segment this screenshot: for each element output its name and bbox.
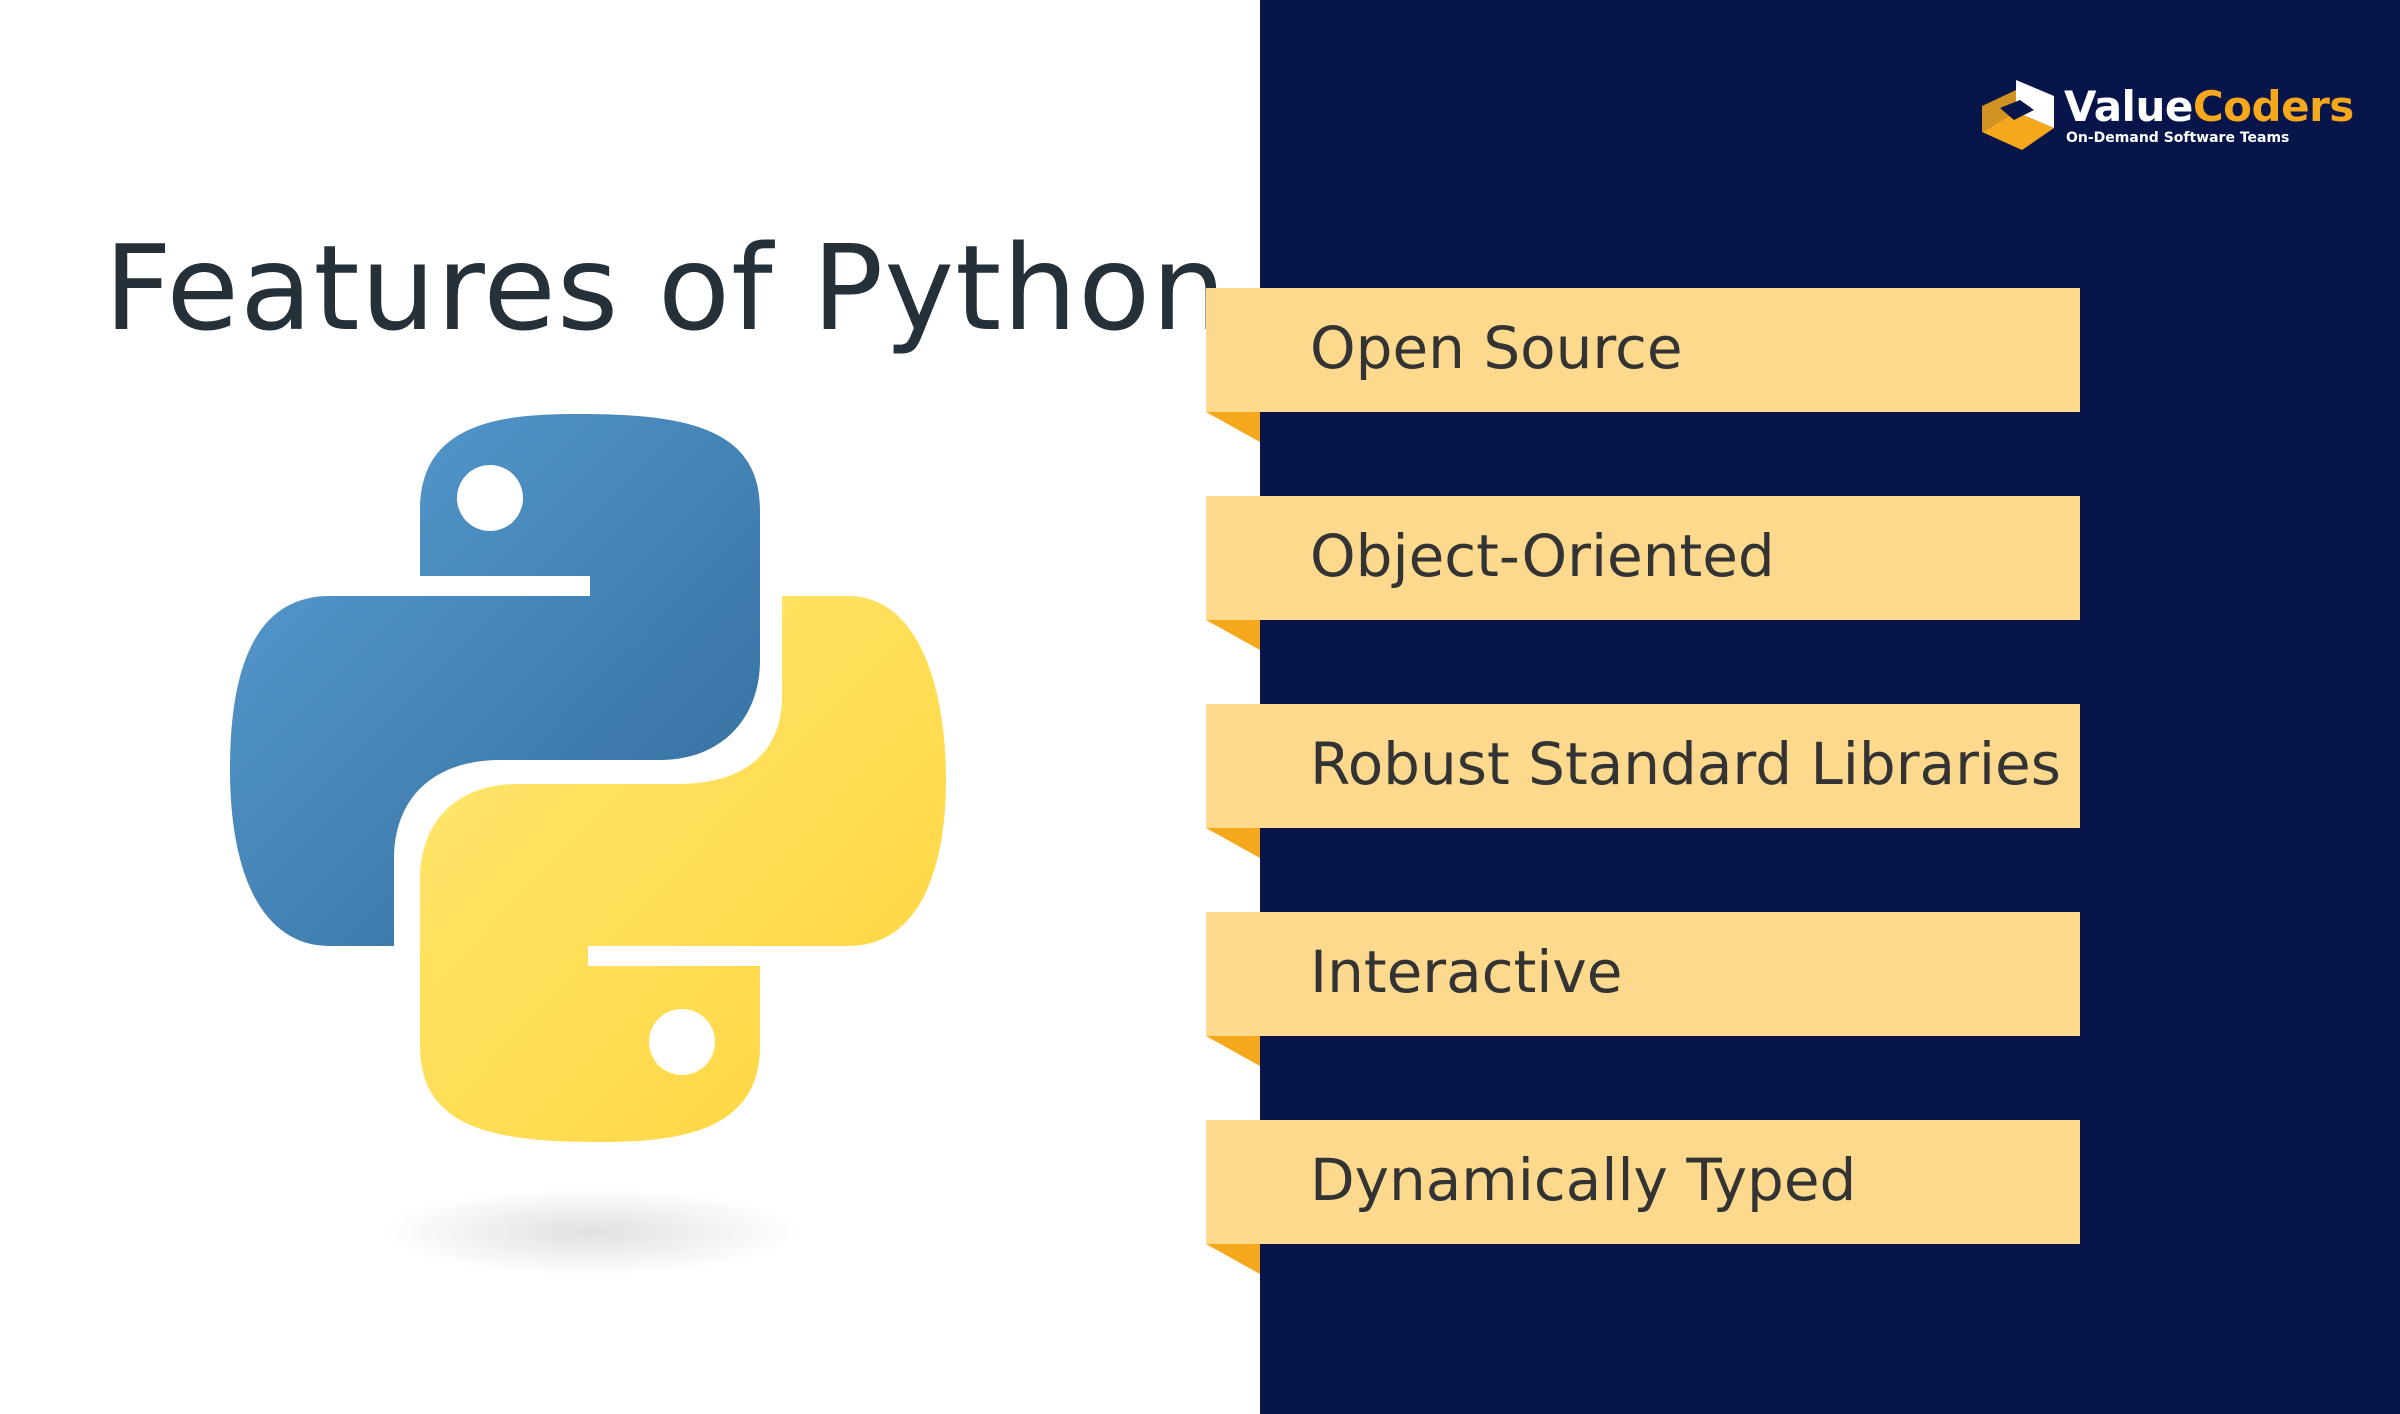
brand-name-value: Value [2064,82,2193,131]
page-title: Features of Python [104,219,1228,358]
feature-label: Dynamically Typed [1310,1146,1857,1214]
ribbon-fold [1206,620,1260,650]
feature-label: Open Source [1310,314,1683,382]
ribbon-fold [1206,1244,1260,1274]
feature-item: Interactive [1206,912,2082,1066]
brand-name: ValueCoders [2064,82,2354,131]
feature-label: Robust Standard Libraries [1310,730,2061,798]
feature-label: Interactive [1310,938,1623,1006]
feature-item: Open Source [1206,288,2082,442]
ribbon-fold [1206,1036,1260,1066]
valuecoders-cube-icon [1982,80,2054,150]
feature-label: Object-Oriented [1310,522,1775,590]
brand-tagline: On-Demand Software Teams [2066,130,2290,146]
python-logo-icon [230,414,946,1276]
feature-item: Dynamically Typed [1206,1120,2082,1274]
brand-name-coders: Coders [2192,82,2354,131]
valuecoders-logo: ValueCoders On-Demand Software Teams [1978,76,2354,156]
feature-item: Object-Oriented [1206,496,2082,650]
ribbon-fold [1206,412,1260,442]
feature-list: Open Source Object-Oriented Robust Stand… [1206,288,2082,1328]
feature-item: Robust Standard Libraries [1206,704,2082,858]
ribbon-fold [1206,828,1260,858]
